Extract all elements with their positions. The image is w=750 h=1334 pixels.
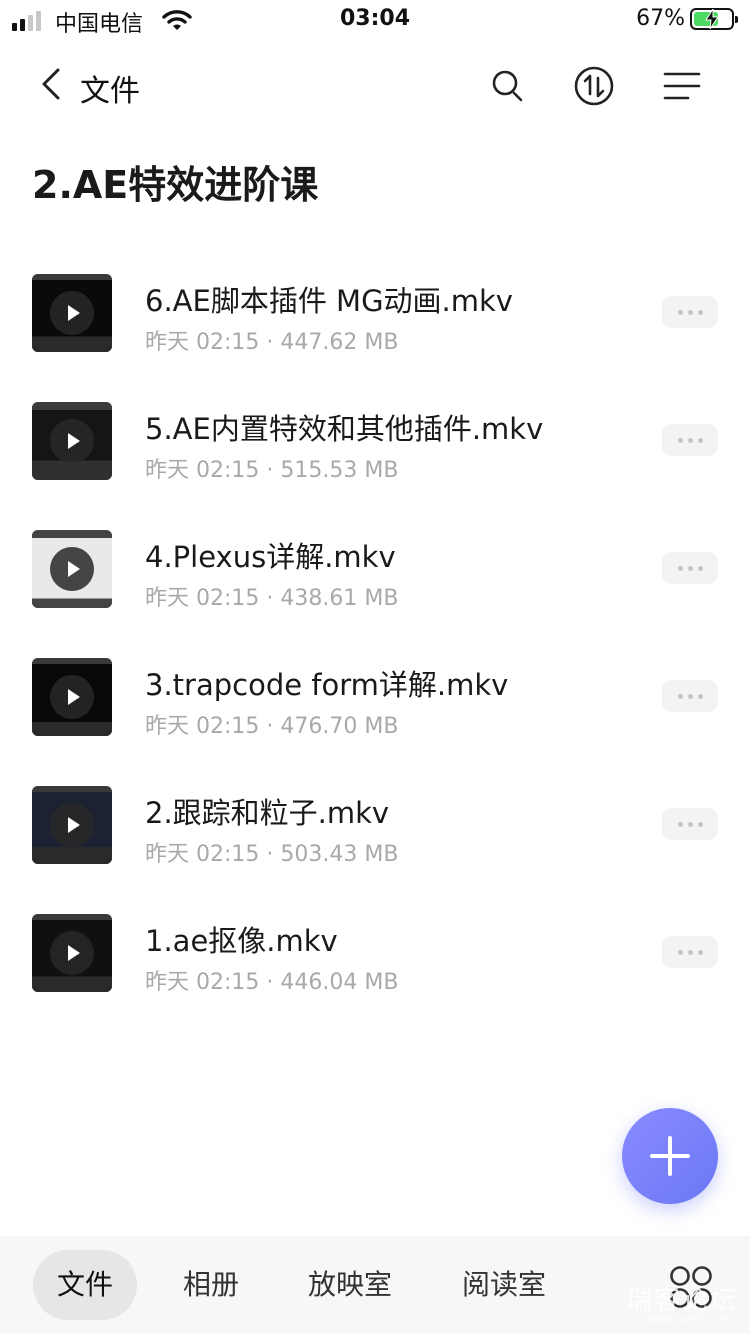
file-row[interactable]: 4.Plexus详解.mkv 昨天 02:15 · 438.61 MB (0, 504, 750, 632)
file-name[interactable]: 1.ae抠像.mkv (145, 918, 338, 960)
file-name[interactable]: 4.Plexus详解.mkv (145, 534, 396, 576)
file-name[interactable]: 2.跟踪和粒子.mkv (145, 790, 389, 832)
play-icon[interactable] (50, 419, 94, 463)
file-list: 6.AE脚本插件 MG动画.mkv 昨天 02:15 · 447.62 MB 5… (0, 248, 750, 1016)
file-name[interactable]: 6.AE脚本插件 MG动画.mkv (145, 278, 513, 320)
file-row[interactable]: 3.trapcode form详解.mkv 昨天 02:15 · 476.70 … (0, 632, 750, 760)
search-icon (492, 70, 523, 102)
play-icon[interactable] (50, 547, 94, 591)
file-row[interactable]: 1.ae抠像.mkv 昨天 02:15 · 446.04 MB (0, 888, 750, 1016)
file-meta: 昨天 02:15 · 476.70 MB (145, 714, 399, 739)
battery-charging-icon (690, 8, 738, 30)
file-meta: 昨天 02:15 · 503.43 MB (145, 842, 399, 867)
play-icon[interactable] (50, 931, 94, 975)
play-icon[interactable] (50, 291, 94, 335)
search-button[interactable] (484, 62, 532, 110)
status-bar: 中国电信 03:04 67% (0, 0, 750, 40)
tab-cinema[interactable]: 放映室 (295, 1250, 405, 1320)
back-label[interactable]: 文件 (80, 66, 140, 110)
video-thumbnail[interactable] (32, 786, 112, 864)
file-name[interactable]: 5.AE内置特效和其他插件.mkv (145, 406, 543, 448)
file-meta: 昨天 02:15 · 515.53 MB (145, 458, 399, 483)
video-thumbnail[interactable] (32, 402, 112, 480)
plus-icon (650, 1136, 690, 1176)
folder-title: 2.AE特效进阶课 (32, 163, 319, 207)
more-options-button[interactable] (662, 808, 718, 840)
more-options-button[interactable] (662, 424, 718, 456)
more-options-button[interactable] (662, 296, 718, 328)
more-options-button[interactable] (662, 680, 718, 712)
sort-icon (574, 66, 614, 106)
video-thumbnail[interactable] (32, 658, 112, 736)
play-icon[interactable] (50, 675, 94, 719)
file-name[interactable]: 3.trapcode form详解.mkv (145, 662, 508, 704)
sort-button[interactable] (570, 62, 618, 110)
video-thumbnail[interactable] (32, 530, 112, 608)
watermark: 瑞客论坛 (626, 1286, 739, 1316)
file-row[interactable]: 6.AE脚本插件 MG动画.mkv 昨天 02:15 · 447.62 MB (0, 248, 750, 376)
more-options-button[interactable] (662, 936, 718, 968)
file-meta: 昨天 02:15 · 446.04 MB (145, 970, 399, 995)
menu-icon (663, 72, 701, 100)
file-row[interactable]: 2.跟踪和粒子.mkv 昨天 02:15 · 503.43 MB (0, 760, 750, 888)
tab-reading-room[interactable]: 阅读室 (449, 1250, 559, 1320)
file-meta: 昨天 02:15 · 447.62 MB (145, 330, 399, 355)
battery-percent: 67% (636, 6, 685, 31)
video-thumbnail[interactable] (32, 914, 112, 992)
more-options-button[interactable] (662, 552, 718, 584)
file-meta: 昨天 02:15 · 438.61 MB (145, 586, 399, 611)
tab-files[interactable]: 文件 (33, 1250, 137, 1320)
back-chevron-icon[interactable] (36, 64, 72, 104)
add-button[interactable] (622, 1108, 718, 1204)
file-row[interactable]: 5.AE内置特效和其他插件.mkv 昨天 02:15 · 515.53 MB (0, 376, 750, 504)
watermark-url: www.ruike1.com (648, 1314, 731, 1325)
tab-album[interactable]: 相册 (166, 1250, 256, 1320)
video-thumbnail[interactable] (32, 274, 112, 352)
play-icon[interactable] (50, 803, 94, 847)
nav-bar: 文件 (0, 48, 750, 120)
menu-button[interactable] (658, 62, 706, 110)
